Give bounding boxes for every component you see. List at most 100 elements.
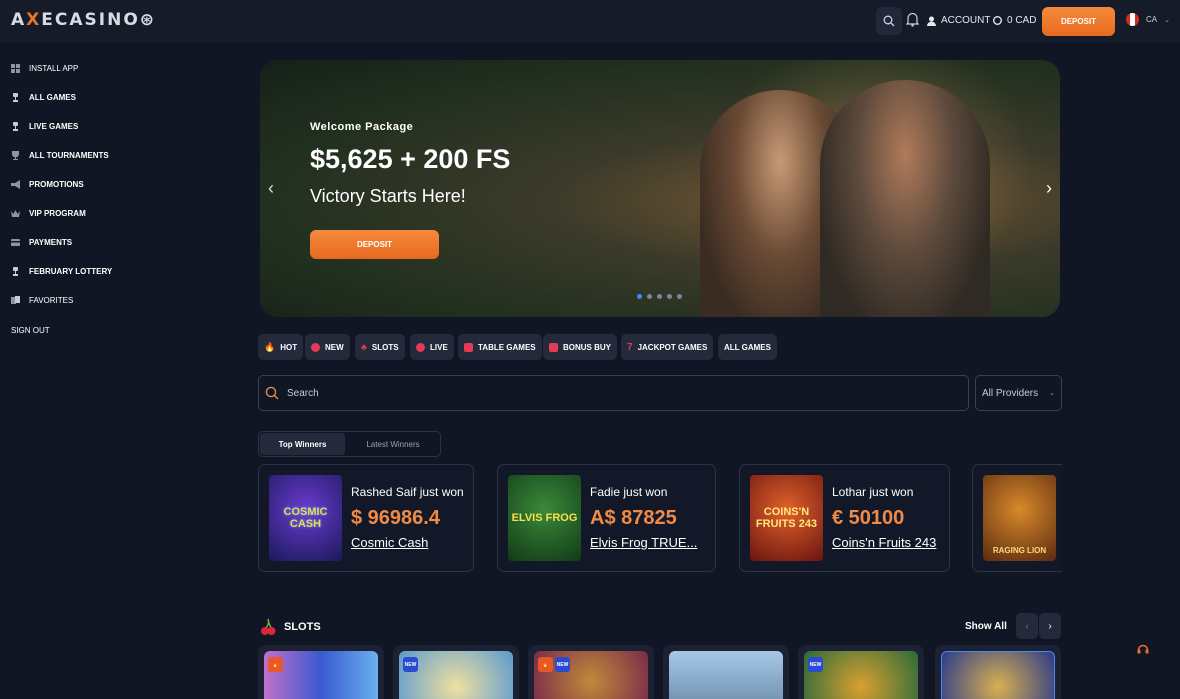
slot-game-card[interactable] xyxy=(663,645,789,699)
thumbnail-title: COINS'N FRUITS 243 xyxy=(755,506,818,530)
slide-dot[interactable] xyxy=(667,294,672,299)
category-tab-new[interactable]: NEW xyxy=(305,334,350,360)
sidebar-item-label: INSTALL APP xyxy=(29,64,79,73)
balance-value: 0 CAD xyxy=(1007,15,1037,26)
slide-dot[interactable] xyxy=(637,294,642,299)
balance-display[interactable]: 0 CAD xyxy=(993,15,1036,26)
hero-deposit-button[interactable]: DEPOSIT xyxy=(310,230,439,259)
hero-subtitle: Welcome Package xyxy=(310,121,414,133)
providers-dropdown[interactable]: All Providers ⌄ xyxy=(975,375,1062,411)
category-tab-live[interactable]: LIVE xyxy=(410,334,454,360)
hero-prev-arrow-icon[interactable]: ‹ xyxy=(268,178,274,199)
category-tab-jackpot-games[interactable]: 7 JACKPOT GAMES xyxy=(621,334,714,360)
winner-game-link[interactable]: Elvis Frog TRUE... xyxy=(590,535,697,550)
new-icon xyxy=(311,342,320,352)
winner-card[interactable]: RAGING LION xyxy=(972,464,1062,572)
sidebar-item-label: ALL GAMES xyxy=(29,93,76,102)
winner-name: Rashed Saif just won xyxy=(351,485,464,499)
trophy-icon xyxy=(12,151,19,160)
support-chat-button[interactable] xyxy=(1137,642,1149,660)
slide-dot[interactable] xyxy=(647,294,652,299)
notifications-button[interactable] xyxy=(905,12,920,32)
sidebar-item-label: FEBRUARY LOTTERY xyxy=(29,267,113,276)
header-search-button[interactable] xyxy=(876,7,902,35)
slide-dot[interactable] xyxy=(677,294,682,299)
category-label: NEW xyxy=(325,342,344,352)
slot-game-card[interactable] xyxy=(935,645,1061,699)
sidebar-item-february-lottery[interactable]: FEBRUARY LOTTERY xyxy=(11,267,112,276)
header-deposit-button[interactable]: DEPOSIT xyxy=(1042,7,1115,36)
slots-next-button[interactable]: › xyxy=(1039,613,1061,639)
tab-latest-winners[interactable]: Latest Winners xyxy=(347,433,439,455)
sidebar-item-install-app[interactable]: INSTALL APP xyxy=(11,64,78,73)
live-icon xyxy=(416,342,425,352)
sidebar-item-all-tournaments[interactable]: ALL TOURNAMENTS xyxy=(11,151,109,160)
sidebar-item-payments[interactable]: PAYMENTS xyxy=(11,238,72,247)
user-icon xyxy=(927,16,936,26)
sidebar-item-label: PROMOTIONS xyxy=(29,180,84,189)
category-tab-bonus-buy[interactable]: BONUS BUY xyxy=(543,334,618,360)
slide-dot[interactable] xyxy=(657,294,662,299)
chevron-down-icon: ⌄ xyxy=(1164,16,1170,24)
slot-game-card[interactable]: NEW xyxy=(798,645,924,699)
category-tab-all-games[interactable]: ALL GAMES xyxy=(718,334,777,360)
sidebar: INSTALL APP ALL GAMES LIVE GAMES ALL TOU… xyxy=(0,43,140,699)
show-all-link[interactable]: Show All xyxy=(965,621,1007,632)
game-thumbnail: COINS'N FRUITS 243 xyxy=(750,475,823,561)
providers-value: All Providers xyxy=(982,387,1039,399)
crown-icon xyxy=(11,210,20,217)
fire-icon: 🔥 xyxy=(264,341,276,352)
sidebar-item-all-games[interactable]: ALL GAMES xyxy=(11,93,76,102)
slot-thumbnail xyxy=(669,651,783,699)
slot-game-card[interactable]: NEW xyxy=(393,645,519,699)
language-code: CA xyxy=(1146,15,1158,24)
sign-out-link[interactable]: SIGN OUT xyxy=(11,326,50,335)
slot-game-card[interactable]: 🔥 NEW xyxy=(528,645,654,699)
thumbnail-title: COSMIC CASH xyxy=(283,506,328,530)
winner-card[interactable]: COSMIC CASH Rashed Saif just won $ 96986… xyxy=(258,464,474,572)
logo-part-1: A xyxy=(11,10,27,30)
megaphone-icon xyxy=(11,180,20,189)
winner-game-link[interactable]: Coins'n Fruits 243 xyxy=(832,535,936,550)
hero-banner[interactable]: Welcome Package $5,625 + 200 FS Victory … xyxy=(260,60,1060,317)
category-label: HOT xyxy=(280,342,298,352)
chevron-down-icon: ⌄ xyxy=(1049,390,1055,397)
sidebar-item-vip-program[interactable]: VIP PROGRAM xyxy=(11,209,86,218)
winner-game-link[interactable]: Cosmic Cash xyxy=(351,535,464,550)
winner-card[interactable]: COINS'N FRUITS 243 Lothar just won € 501… xyxy=(739,464,950,572)
category-tab-hot[interactable]: 🔥 HOT xyxy=(258,334,304,360)
slot-game-card[interactable]: 🔥 xyxy=(258,645,384,699)
category-label: LIVE xyxy=(430,342,448,352)
sidebar-item-label: PAYMENTS xyxy=(29,238,73,247)
search-icon xyxy=(883,15,895,27)
category-label: TABLE GAMES xyxy=(478,342,536,352)
cherry-icon xyxy=(261,618,276,635)
winner-amount: € 50100 xyxy=(832,507,905,529)
slots-title: SLOTS xyxy=(284,621,321,633)
language-selector[interactable]: CA ⌄ xyxy=(1126,13,1170,26)
cherry-icon: ♣ xyxy=(361,342,367,352)
tab-top-winners[interactable]: Top Winners xyxy=(260,433,345,455)
logo[interactable]: AXECASINO⊛ xyxy=(11,10,156,30)
hero-tagline: Victory Starts Here! xyxy=(310,186,466,206)
sidebar-item-promotions[interactable]: PROMOTIONS xyxy=(11,180,84,189)
winner-amount: A$ 87825 xyxy=(590,507,677,529)
headset-icon xyxy=(1137,644,1149,654)
bell-icon xyxy=(905,12,920,27)
gift-icon xyxy=(549,342,558,352)
hot-badge-icon: 🔥 xyxy=(538,657,553,672)
winner-info: Fadie just won A$ 87825 Elvis Frog TRUE.… xyxy=(590,485,697,550)
table-games-icon xyxy=(464,342,473,352)
category-tab-table-games[interactable]: TABLE GAMES xyxy=(458,334,542,360)
search-placeholder: Search xyxy=(287,387,319,399)
slots-prev-button[interactable]: ‹ xyxy=(1016,613,1038,639)
winner-card[interactable]: ELVIS FROG Fadie just won A$ 87825 Elvis… xyxy=(497,464,716,572)
sidebar-item-favorites[interactable]: FAVORITES xyxy=(11,296,73,305)
game-thumbnail: COSMIC CASH xyxy=(269,475,342,561)
sidebar-item-live-games[interactable]: LIVE GAMES xyxy=(11,122,78,131)
account-button[interactable]: ACCOUNT xyxy=(927,15,990,26)
hero-next-arrow-icon[interactable]: › xyxy=(1046,178,1052,199)
games-search-input[interactable]: Search xyxy=(258,375,969,411)
category-tab-slots[interactable]: ♣ SLOTS xyxy=(355,334,405,360)
account-label: ACCOUNT xyxy=(941,15,991,26)
